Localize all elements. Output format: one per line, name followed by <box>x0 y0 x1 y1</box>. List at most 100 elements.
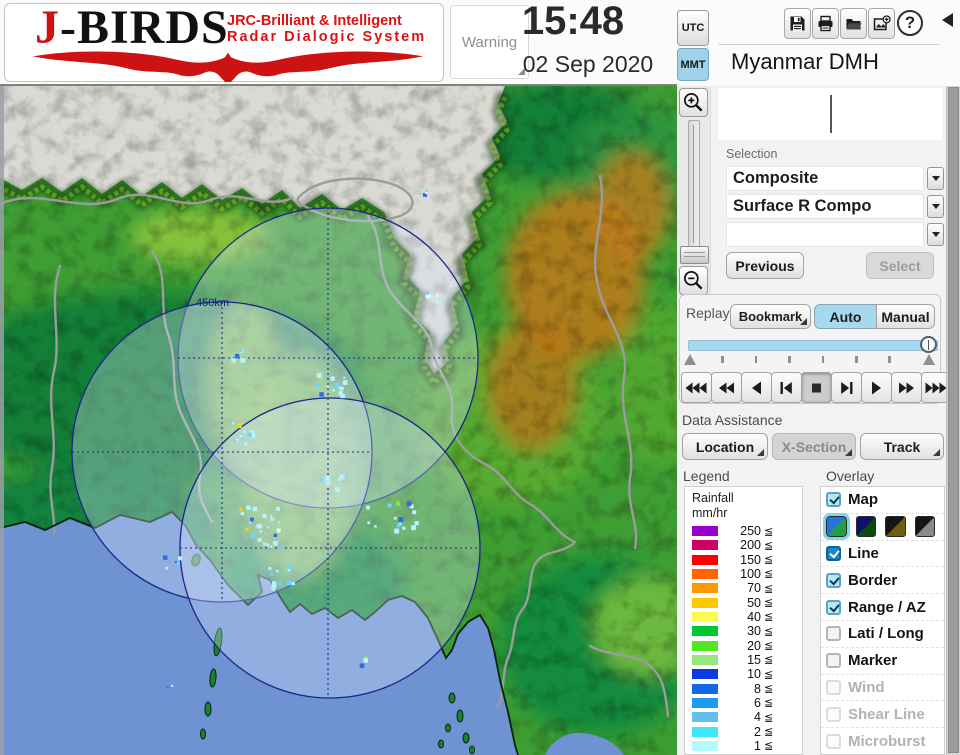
checkbox[interactable] <box>826 626 841 642</box>
lte-symbol: ≦ <box>764 597 774 610</box>
collapse-panel-icon[interactable] <box>942 13 953 27</box>
lte-symbol: ≦ <box>764 539 774 552</box>
legend-row: 50 ≦ <box>685 596 802 610</box>
legend-row: 100 ≦ <box>685 566 802 581</box>
legend-value: 15 <box>747 652 761 667</box>
overlay-options: Map Line Border Range / AZ Lati / Long Marker… <box>820 486 945 755</box>
corner-handle-icon <box>800 318 807 325</box>
slider-tick <box>888 356 891 363</box>
play-button[interactable] <box>861 372 892 403</box>
open-folder-button[interactable] <box>840 8 867 39</box>
legend-swatch <box>692 611 718 622</box>
legend-row: 30 ≦ <box>685 624 802 638</box>
jbirds-app: J-BIRDS JRC-Brilliant & Intelligent Rada… <box>0 0 960 755</box>
map-style-swatch[interactable] <box>855 516 876 538</box>
checkbox[interactable] <box>826 599 841 615</box>
checkbox <box>826 679 841 695</box>
select-button: Select <box>866 252 934 279</box>
zoom-out-icon <box>684 271 703 290</box>
legend-value: 4 <box>754 710 761 725</box>
map-style-swatch[interactable] <box>823 513 850 541</box>
overlay-item-label: Lati / Long <box>848 625 924 643</box>
play-reverse-button[interactable] <box>741 372 772 403</box>
legend-row: 2 ≦ <box>685 725 802 739</box>
overlay-item-label: Marker <box>848 652 898 670</box>
zoom-in-button[interactable] <box>679 88 708 117</box>
dropdown-value: Composite <box>726 166 924 191</box>
stop-button[interactable] <box>801 372 832 403</box>
zoom-slider-handle[interactable] <box>680 246 709 264</box>
panel-scrollbar[interactable] <box>946 86 960 755</box>
slider-end-marker <box>923 354 935 365</box>
range-label: 450km <box>196 297 229 309</box>
legend-row: 15 ≦ <box>685 652 802 667</box>
rewind-button[interactable] <box>711 372 742 403</box>
dropdown-button[interactable] <box>927 195 944 218</box>
rewind-fast-button[interactable] <box>681 372 712 403</box>
lte-symbol: ≦ <box>764 640 774 653</box>
legend-value: 40 <box>747 609 761 624</box>
save-button[interactable] <box>784 8 811 39</box>
checkbox[interactable] <box>826 492 841 508</box>
site-text-input[interactable] <box>718 88 942 140</box>
clock-time: 15:48 <box>521 0 625 43</box>
zoom-slider-track[interactable] <box>688 120 700 248</box>
legend-swatch <box>692 683 718 694</box>
replay-slider-track[interactable] <box>688 340 938 351</box>
forward-button[interactable] <box>891 372 922 403</box>
checkbox[interactable] <box>826 545 841 561</box>
legend-swatch <box>692 554 718 565</box>
chevron-down-icon <box>931 176 940 181</box>
slider-tick <box>721 356 724 363</box>
legend-swatch <box>692 697 718 708</box>
add-image-button[interactable] <box>868 8 895 39</box>
selection-dropdown[interactable]: Surface R Compo <box>726 194 944 219</box>
mmt-button[interactable]: MMT <box>677 48 709 81</box>
legend-swatch <box>692 712 718 723</box>
bookmark-button[interactable]: Bookmark <box>730 304 811 329</box>
legend-value: 150 <box>740 552 761 567</box>
step-back-icon <box>780 381 792 394</box>
checkbox[interactable] <box>826 572 841 588</box>
play-reverse-icon <box>752 381 761 394</box>
legend-row: 40 ≦ <box>685 609 802 624</box>
lte-symbol: ≦ <box>764 711 774 724</box>
selection-dropdown[interactable]: Composite <box>726 166 944 191</box>
scrollbar-thumb[interactable] <box>948 87 959 753</box>
previous-button[interactable]: Previous <box>726 252 804 279</box>
help-button[interactable]: ? <box>897 10 923 36</box>
location-button[interactable]: Location <box>682 433 768 460</box>
selection-dropdown[interactable] <box>726 222 944 247</box>
legend-row: 10 ≦ <box>685 667 802 681</box>
track-button[interactable]: Track <box>860 433 944 460</box>
zoom-out-button[interactable] <box>679 266 708 295</box>
data-assistance-label: Data Assistance <box>682 412 783 428</box>
map-style-swatch[interactable] <box>914 516 935 538</box>
lte-symbol: ≦ <box>764 668 774 681</box>
legend-row: 250 ≦ <box>685 524 802 538</box>
step-forward-button[interactable] <box>831 372 862 403</box>
x-section-button: X-Section <box>772 433 856 460</box>
overlay-item-label: Shear Line <box>848 705 925 723</box>
map-style-swatch[interactable] <box>885 516 906 538</box>
play-icon <box>872 381 881 394</box>
clock-date: 02 Sep 2020 <box>522 51 654 77</box>
lte-symbol: ≦ <box>764 726 774 739</box>
dropdown-button[interactable] <box>927 167 944 190</box>
legend-row: 8 ≦ <box>685 682 802 696</box>
overlay-item-line: Line <box>821 539 944 567</box>
utc-button[interactable]: UTC <box>677 10 709 46</box>
print-button[interactable] <box>812 8 839 39</box>
manual-button[interactable]: Manual <box>876 304 935 329</box>
checkbox[interactable] <box>826 653 841 669</box>
map-left-edge <box>0 86 4 755</box>
step-back-button[interactable] <box>771 372 802 403</box>
replay-slider-thumb[interactable] <box>920 336 937 353</box>
radar-map[interactable]: 450km <box>0 86 677 755</box>
legend-value: 100 <box>740 566 761 581</box>
legend-row: 20 ≦ <box>685 639 802 653</box>
lte-symbol: ≦ <box>764 654 774 667</box>
legend-label: Legend <box>683 468 730 484</box>
auto-button[interactable]: Auto <box>814 304 877 329</box>
dropdown-button[interactable] <box>927 223 944 246</box>
